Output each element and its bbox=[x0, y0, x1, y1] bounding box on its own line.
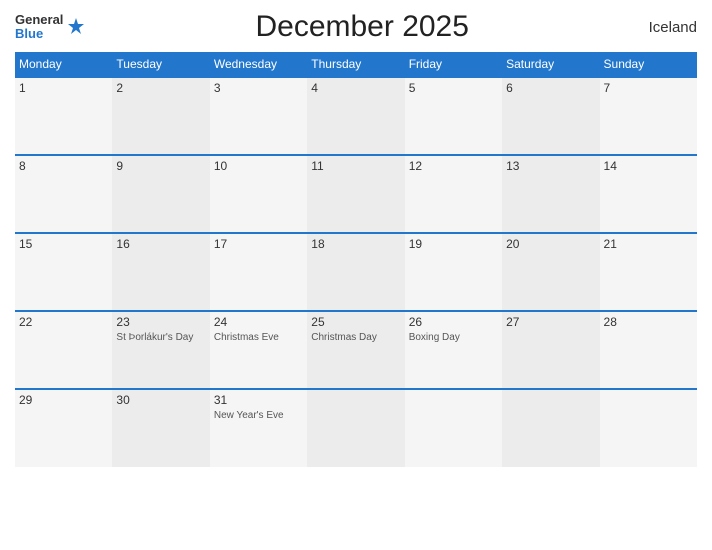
day-number: 22 bbox=[19, 315, 108, 329]
day-number: 10 bbox=[214, 159, 303, 173]
day-number: 23 bbox=[116, 315, 205, 329]
calendar-week-row: 22 23 St Þorlákur's Day 24 Christmas Eve 25 Ch… bbox=[15, 311, 697, 389]
day-number: 29 bbox=[19, 393, 108, 407]
holiday-label: Boxing Day bbox=[409, 331, 498, 344]
calendar-cell: 1 bbox=[15, 77, 112, 155]
calendar-cell: 23 St Þorlákur's Day bbox=[112, 311, 209, 389]
calendar-week-row: 1234567 bbox=[15, 77, 697, 155]
calendar-cell: 8 bbox=[15, 155, 112, 233]
country-label: Iceland bbox=[637, 19, 697, 36]
calendar-page: General Blue December 2025 Iceland Monda… bbox=[0, 0, 712, 550]
calendar-cell bbox=[307, 389, 404, 467]
day-number: 7 bbox=[604, 81, 693, 95]
calendar-cell: 29 bbox=[15, 389, 112, 467]
calendar-cell bbox=[600, 389, 697, 467]
calendar-cell: 4 bbox=[307, 77, 404, 155]
calendar-cell: 24 Christmas Eve bbox=[210, 311, 307, 389]
calendar-cell: 16 bbox=[112, 233, 209, 311]
holiday-label: Christmas Eve bbox=[214, 331, 303, 344]
day-number: 8 bbox=[19, 159, 108, 173]
day-number: 14 bbox=[604, 159, 693, 173]
header: General Blue December 2025 Iceland bbox=[15, 10, 697, 44]
header-wednesday: Wednesday bbox=[210, 52, 307, 77]
day-number: 25 bbox=[311, 315, 400, 329]
logo-general-text: General bbox=[15, 12, 63, 27]
calendar-cell: 21 bbox=[600, 233, 697, 311]
calendar-cell: 10 bbox=[210, 155, 307, 233]
header-thursday: Thursday bbox=[307, 52, 404, 77]
day-number: 9 bbox=[116, 159, 205, 173]
calendar-cell: 31 New Year's Eve bbox=[210, 389, 307, 467]
calendar-cell bbox=[405, 389, 502, 467]
calendar-cell: 27 bbox=[502, 311, 599, 389]
calendar-cell bbox=[502, 389, 599, 467]
calendar-cell: 28 bbox=[600, 311, 697, 389]
header-saturday: Saturday bbox=[502, 52, 599, 77]
calendar-cell: 5 bbox=[405, 77, 502, 155]
header-friday: Friday bbox=[405, 52, 502, 77]
header-sunday: Sunday bbox=[600, 52, 697, 77]
calendar-cell: 15 bbox=[15, 233, 112, 311]
calendar-week-row: 89 10 11 12 13 14 bbox=[15, 155, 697, 233]
day-number: 28 bbox=[604, 315, 693, 329]
calendar-cell: 2 bbox=[112, 77, 209, 155]
day-number: 15 bbox=[19, 237, 108, 251]
day-number: 16 bbox=[116, 237, 205, 251]
calendar-cell: 20 bbox=[502, 233, 599, 311]
day-number: 21 bbox=[604, 237, 693, 251]
day-number: 19 bbox=[409, 237, 498, 251]
calendar-cell: 3 bbox=[210, 77, 307, 155]
holiday-label: St Þorlákur's Day bbox=[116, 331, 205, 344]
logo-flag-icon bbox=[65, 16, 87, 38]
calendar-cell: 18 bbox=[307, 233, 404, 311]
header-monday: Monday bbox=[15, 52, 112, 77]
calendar-table: Monday Tuesday Wednesday Thursday Friday… bbox=[15, 52, 697, 467]
header-tuesday: Tuesday bbox=[112, 52, 209, 77]
calendar-cell: 11 bbox=[307, 155, 404, 233]
day-number: 24 bbox=[214, 315, 303, 329]
calendar-week-row: 15 16 17 18 19 20 21 bbox=[15, 233, 697, 311]
calendar-cell: 7 bbox=[600, 77, 697, 155]
day-number: 11 bbox=[311, 159, 400, 173]
calendar-cell: 6 bbox=[502, 77, 599, 155]
calendar-cell: 14 bbox=[600, 155, 697, 233]
holiday-label: Christmas Day bbox=[311, 331, 400, 344]
day-number: 31 bbox=[214, 393, 303, 407]
calendar-cell: 12 bbox=[405, 155, 502, 233]
day-number: 5 bbox=[409, 81, 498, 95]
day-number: 18 bbox=[311, 237, 400, 251]
day-number: 3 bbox=[214, 81, 303, 95]
day-number: 4 bbox=[311, 81, 400, 95]
calendar-cell: 25 Christmas Day bbox=[307, 311, 404, 389]
day-number: 17 bbox=[214, 237, 303, 251]
day-number: 6 bbox=[506, 81, 595, 95]
calendar-cell: 26 Boxing Day bbox=[405, 311, 502, 389]
calendar-cell: 9 bbox=[112, 155, 209, 233]
day-number: 1 bbox=[19, 81, 108, 95]
logo-blue-text: Blue bbox=[15, 26, 43, 41]
day-number: 30 bbox=[116, 393, 205, 407]
calendar-cell: 19 bbox=[405, 233, 502, 311]
day-number: 27 bbox=[506, 315, 595, 329]
day-number: 26 bbox=[409, 315, 498, 329]
logo: General Blue bbox=[15, 13, 87, 42]
day-number: 2 bbox=[116, 81, 205, 95]
day-number: 12 bbox=[409, 159, 498, 173]
page-title: December 2025 bbox=[87, 10, 637, 44]
day-number: 13 bbox=[506, 159, 595, 173]
holiday-label: New Year's Eve bbox=[214, 409, 303, 422]
calendar-cell: 13 bbox=[502, 155, 599, 233]
calendar-week-row: 29 30 31 New Year's Eve bbox=[15, 389, 697, 467]
calendar-cell: 30 bbox=[112, 389, 209, 467]
calendar-cell: 22 bbox=[15, 311, 112, 389]
weekday-header-row: Monday Tuesday Wednesday Thursday Friday… bbox=[15, 52, 697, 77]
calendar-cell: 17 bbox=[210, 233, 307, 311]
day-number: 20 bbox=[506, 237, 595, 251]
